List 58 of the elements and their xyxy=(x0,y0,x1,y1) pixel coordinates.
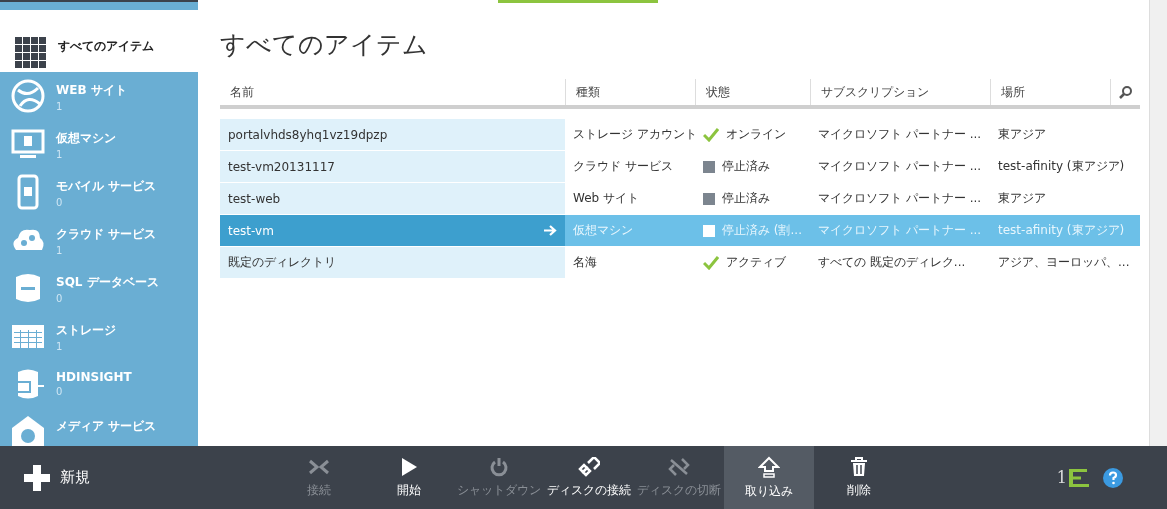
sidebar-item[interactable]: すべてのアイテム xyxy=(0,10,198,72)
sidebar-label: 仮想マシン xyxy=(56,130,116,147)
sidebar-label: WEB サイト xyxy=(56,82,127,99)
trash-icon xyxy=(850,456,868,477)
column-header[interactable]: 状態 xyxy=(695,79,810,105)
search-icon xyxy=(1119,85,1132,99)
item-count: 1 xyxy=(56,149,64,160)
item-count: 0 xyxy=(56,197,64,208)
command-button[interactable]: ディスクの接続 xyxy=(544,446,634,509)
command-button[interactable]: 開始 xyxy=(364,446,454,509)
column-header[interactable]: 種類 xyxy=(565,79,695,105)
resource-name: portalvhds8yhq1vz19dpzp xyxy=(228,127,388,142)
sidebar-label: クラウド サービス xyxy=(56,226,157,243)
up-arrow-icon xyxy=(758,455,780,478)
plus-icon xyxy=(24,464,50,491)
name-cell[interactable]: portalvhds8yhq1vz19dpzp xyxy=(220,119,565,150)
help-icon[interactable] xyxy=(1103,467,1123,488)
status-text: 停止済み (割... xyxy=(722,222,802,239)
new-button[interactable]: 新規 xyxy=(24,464,274,491)
page-title: すべてのアイテム xyxy=(220,29,429,61)
status-text: 停止済み xyxy=(722,158,770,175)
location-cell: test-afinity (東アジア) xyxy=(990,215,1140,246)
subscription-cell: マイクロソフト パートナー ... xyxy=(810,215,990,246)
column-header[interactable]: 場所 xyxy=(990,79,1110,105)
item-count: 0 xyxy=(56,386,64,397)
sidebar-label: ストレージ xyxy=(56,322,116,339)
item-count: 1 xyxy=(56,245,64,256)
list-icon xyxy=(1069,467,1089,488)
resource-name: test-vm20131117 xyxy=(228,159,335,174)
sidebar-label: メディア サービス xyxy=(56,418,157,435)
column-header[interactable]: 名前 xyxy=(220,79,565,105)
grid-icon xyxy=(12,34,48,70)
item-count: 1 xyxy=(56,101,64,112)
name-cell[interactable]: 既定のディレクトリ xyxy=(220,247,565,278)
arrow-icon xyxy=(544,225,557,236)
resource-name: test-web xyxy=(228,191,281,206)
resource-name: test-vm xyxy=(228,223,274,238)
resource-name: 既定のディレクトリ xyxy=(228,254,336,271)
scrollbar[interactable] xyxy=(1149,0,1167,446)
notification-button[interactable]: 1 xyxy=(1056,467,1089,488)
type-cell: 仮想マシン xyxy=(565,215,695,246)
sidebar-label: モバイル サービス xyxy=(56,178,157,195)
status-text: 停止済み xyxy=(722,190,770,207)
item-count: 0 xyxy=(56,293,64,304)
sidebar-label: SQL データベース xyxy=(56,274,159,291)
status-text: オンライン xyxy=(726,126,786,143)
sidebar-label: すべてのアイテム xyxy=(58,38,154,55)
command-button[interactable]: 削除 xyxy=(814,446,904,509)
globe-icon xyxy=(10,78,46,114)
sidebar-label: HDINSIGHT xyxy=(56,370,132,384)
item-count: 1 xyxy=(56,341,64,352)
command-button[interactable]: 取り込み xyxy=(724,446,814,509)
name-cell[interactable]: test-vm20131117 xyxy=(220,151,565,182)
power-icon xyxy=(489,456,509,477)
name-cell[interactable]: test-web xyxy=(220,183,565,214)
column-header[interactable]: サブスクリプション xyxy=(810,79,990,105)
status-text: アクティブ xyxy=(726,254,786,271)
play-icon xyxy=(400,456,418,477)
